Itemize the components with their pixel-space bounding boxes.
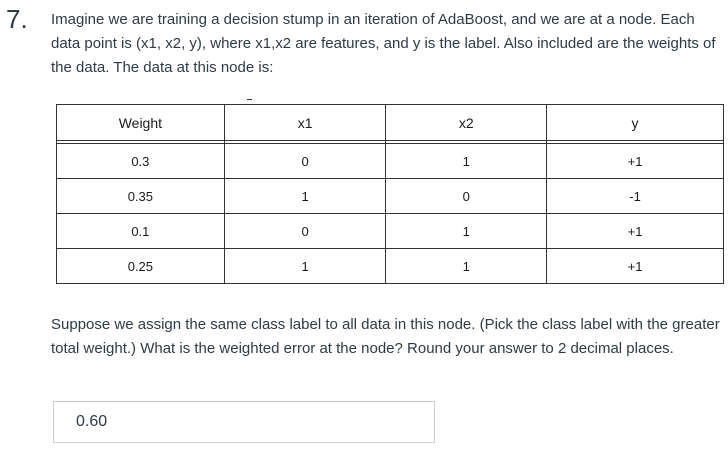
data-table: Weight x1 x2 y 0.3 0 1 +1 0.35 1 0 -1 0.… xyxy=(56,104,724,284)
table-row: 0.1 0 1 +1 xyxy=(56,213,724,249)
cell-x2: 1 xyxy=(385,248,548,284)
cell-y: +1 xyxy=(546,248,724,284)
followup-question: Suppose we assign the same class label t… xyxy=(51,313,728,361)
cell-x1: 1 xyxy=(223,178,387,214)
stray-dash xyxy=(247,99,252,100)
table-row: 0.35 1 0 -1 xyxy=(56,178,724,214)
cell-x2: 0 xyxy=(385,178,548,214)
cell-weight: 0.1 xyxy=(56,213,225,249)
answer-input[interactable]: 0.60 xyxy=(53,401,435,443)
cell-x1: 0 xyxy=(223,213,387,249)
cell-weight: 0.35 xyxy=(56,178,225,214)
cell-x2: 1 xyxy=(385,143,548,179)
table-row: 0.25 1 1 +1 xyxy=(56,248,724,284)
followup-question-text: Suppose we assign the same class label t… xyxy=(51,316,720,357)
cell-x1: 1 xyxy=(223,248,387,284)
cell-y: -1 xyxy=(546,178,724,214)
cell-x1: 0 xyxy=(223,143,387,179)
table-row: 0.3 0 1 +1 xyxy=(56,143,724,179)
cell-weight: 0.3 xyxy=(56,143,225,179)
question-prompt-text: Imagine we are training a decision stump… xyxy=(51,11,716,76)
question-number: 7. xyxy=(6,4,28,34)
cell-y: +1 xyxy=(546,143,724,179)
question-prompt: Imagine we are training a decision stump… xyxy=(51,8,726,80)
cell-x2: 1 xyxy=(385,213,548,249)
header-x1: x1 xyxy=(223,104,387,141)
cell-weight: 0.25 xyxy=(56,248,225,284)
cell-y: +1 xyxy=(546,213,724,249)
table-header-row: Weight x1 x2 y xyxy=(56,104,724,141)
header-weight: Weight xyxy=(56,104,225,141)
header-x2: x2 xyxy=(385,104,548,141)
header-y: y xyxy=(546,104,724,141)
